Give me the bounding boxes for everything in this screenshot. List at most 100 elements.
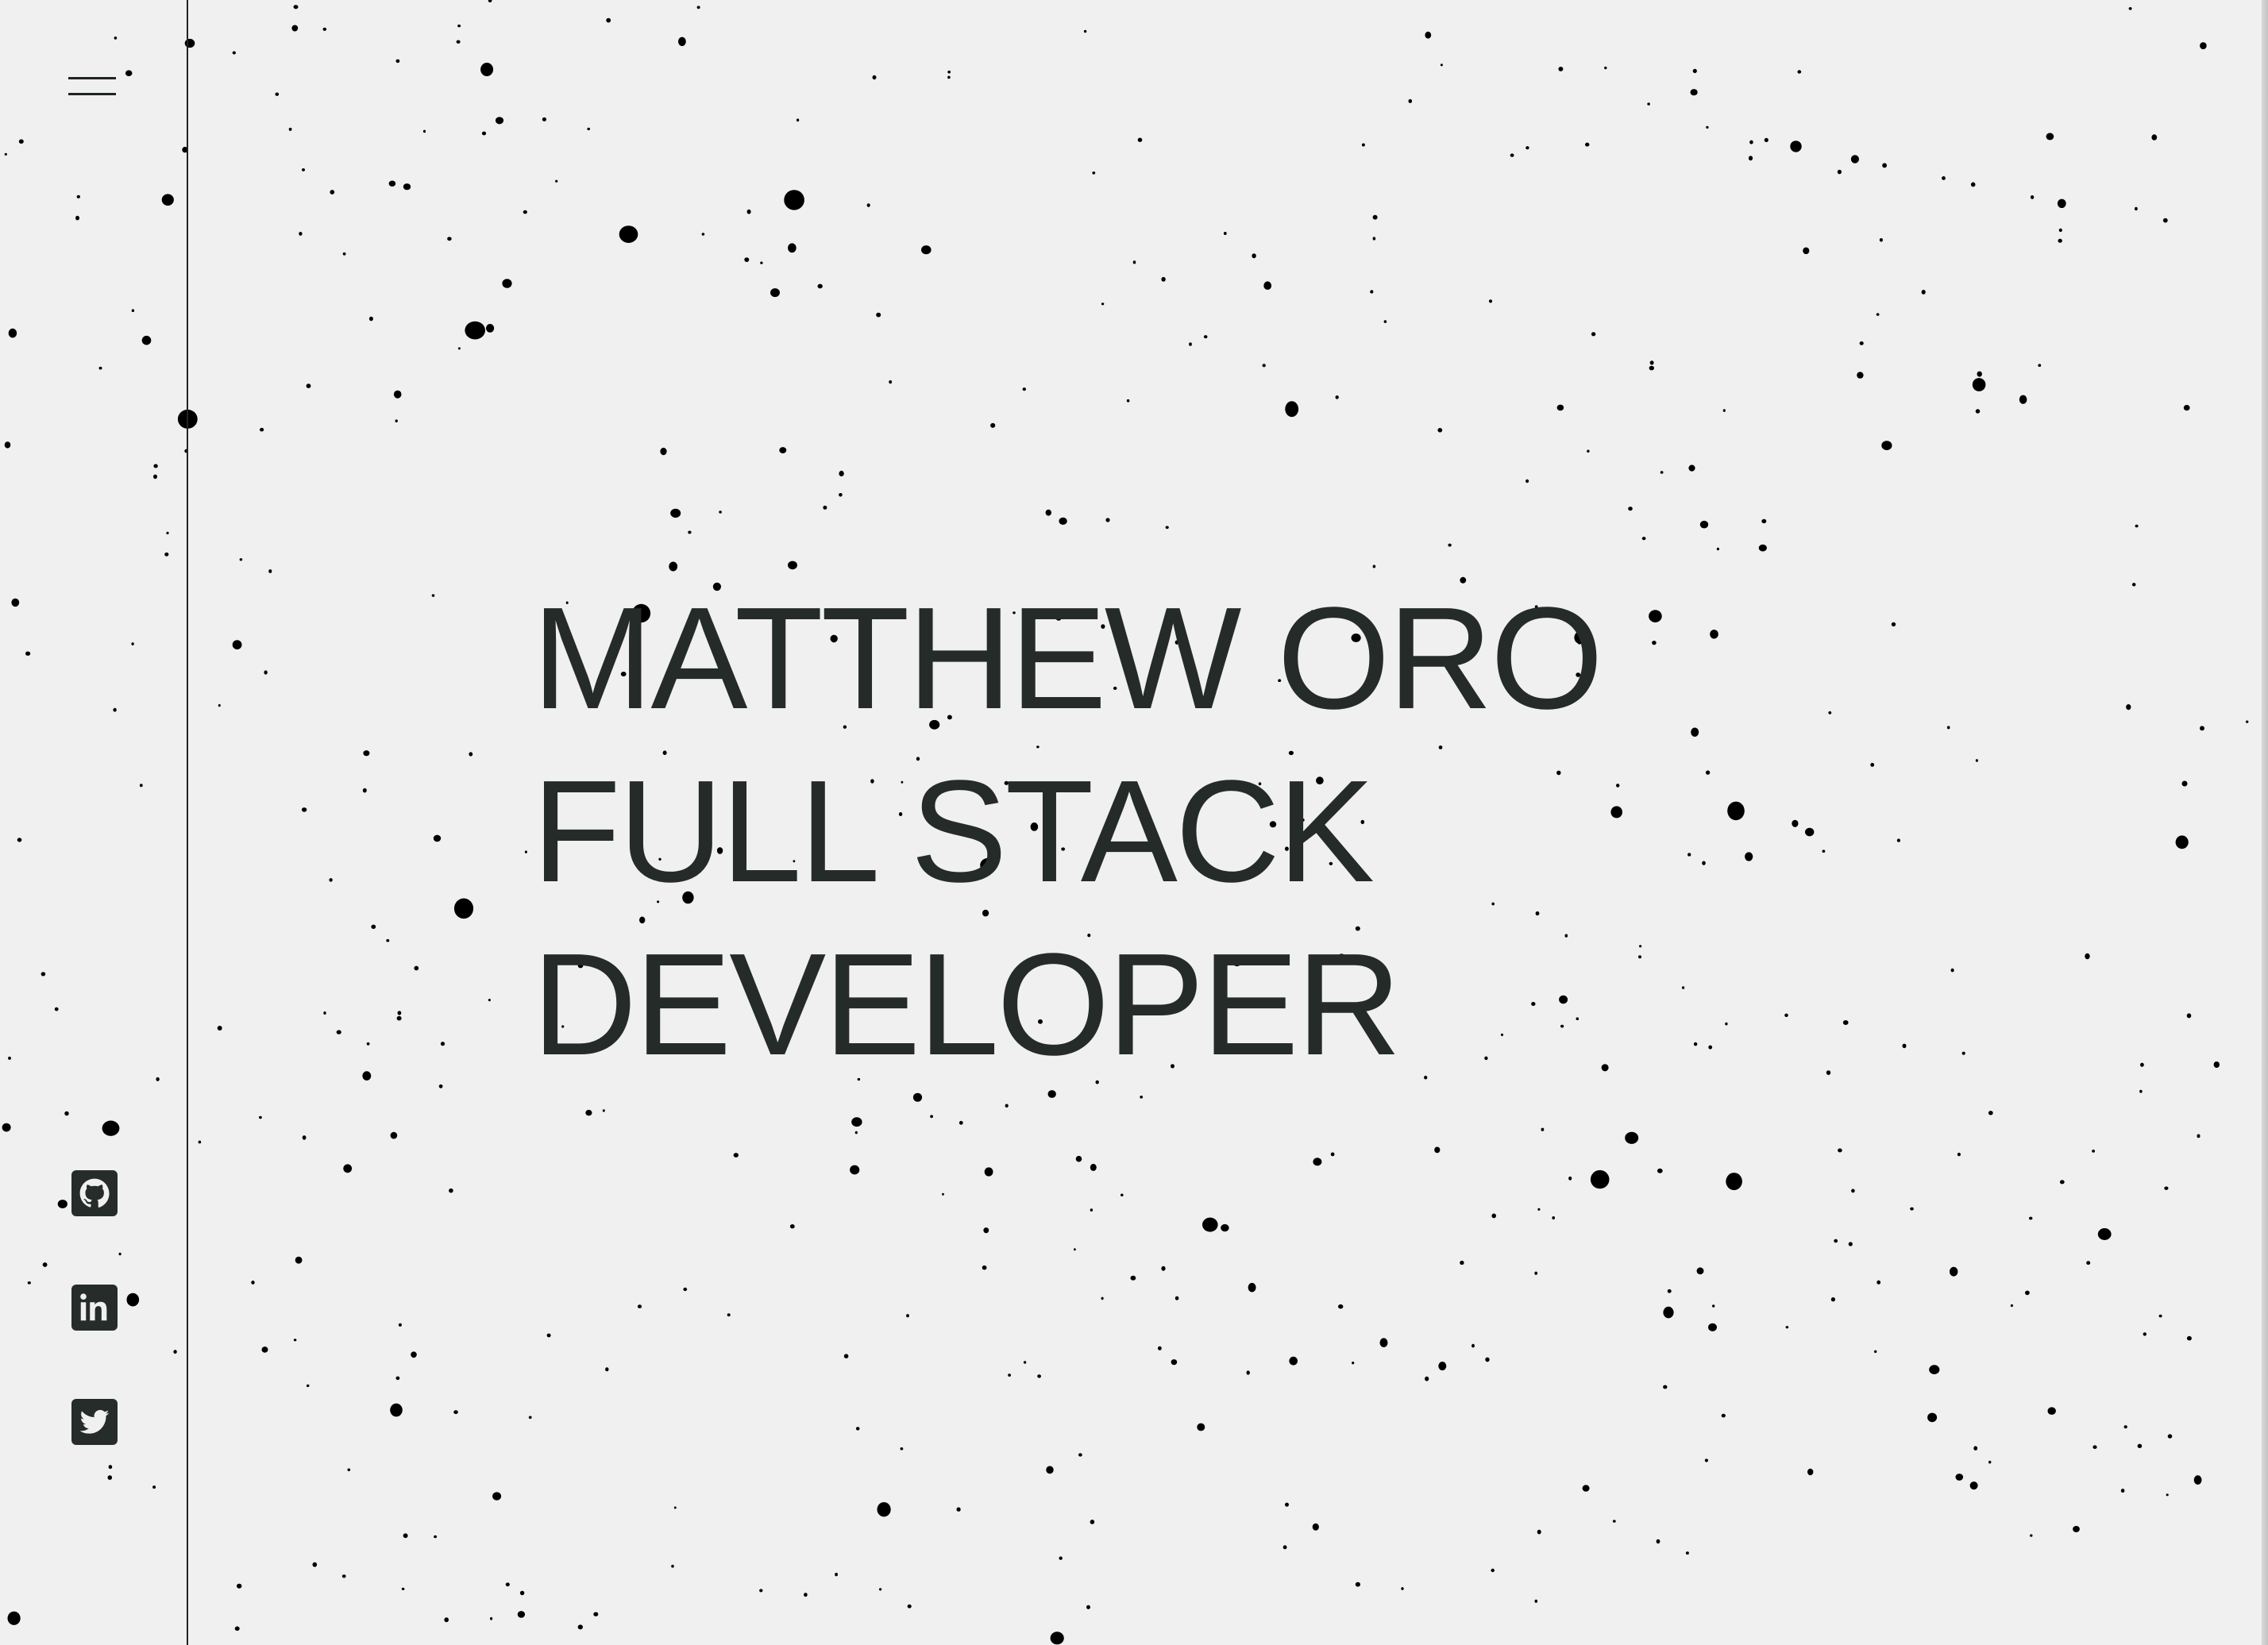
star-dot: [1379, 1338, 1388, 1347]
star-dot: [312, 1562, 318, 1567]
star-dot: [2200, 726, 2204, 731]
star-dot: [1838, 1148, 1842, 1153]
star-dot: [1005, 1104, 1009, 1108]
star-dot: [872, 75, 877, 80]
star-dot: [1807, 1468, 1814, 1476]
star-dot: [1370, 290, 1374, 294]
star-dot: [1485, 1357, 1490, 1362]
star-dot: [444, 1617, 449, 1623]
linkedin-link[interactable]: [71, 1285, 118, 1331]
star-dot: [683, 1287, 688, 1292]
star-dot: [1460, 1260, 1464, 1266]
star-dot: [401, 1587, 405, 1590]
menu-button[interactable]: [64, 70, 121, 102]
star-dot: [434, 1535, 438, 1539]
star-dot: [804, 1593, 808, 1597]
star-dot: [1590, 1169, 1610, 1189]
star-dot: [302, 1135, 307, 1140]
star-dot: [1784, 1013, 1788, 1018]
star-dot: [2128, 7, 2132, 10]
star-dot: [347, 1468, 351, 1472]
star-dot: [1649, 360, 1654, 365]
star-dot: [1086, 1605, 1090, 1609]
star-dot: [850, 1165, 860, 1175]
star-dot: [784, 190, 804, 210]
star-dot: [1616, 784, 1620, 788]
star-dot: [1628, 507, 1633, 511]
star-dot: [1977, 371, 1982, 377]
star-dot: [1074, 1248, 1076, 1251]
star-dot: [1534, 1599, 1538, 1603]
star-dot: [789, 1224, 795, 1229]
star-dot: [329, 878, 333, 882]
star-dot: [1910, 1207, 1914, 1211]
star-dot: [733, 1153, 739, 1158]
star-dot: [232, 640, 242, 649]
star-dot: [1725, 1022, 1728, 1026]
star-dot: [1090, 1520, 1095, 1524]
star-dot: [433, 834, 442, 842]
star-dot: [1246, 1370, 1250, 1375]
star-dot: [602, 1109, 605, 1112]
star-dot: [299, 232, 303, 236]
star-dot: [1165, 526, 1169, 530]
star-dot: [480, 63, 494, 76]
github-link[interactable]: [71, 1170, 118, 1216]
star-dot: [1803, 247, 1810, 255]
star-dot: [1105, 518, 1110, 522]
star-dot: [906, 1314, 909, 1318]
twitter-link[interactable]: [71, 1399, 118, 1445]
star-dot: [2058, 238, 2062, 243]
star-dot: [234, 1626, 240, 1632]
star-dot: [982, 1265, 987, 1270]
star-dot: [1612, 1520, 1616, 1523]
star-dot: [855, 1427, 860, 1431]
star-dot: [2057, 198, 2066, 208]
star-dot: [2151, 134, 2158, 141]
star-dot: [1262, 364, 1266, 368]
star-dot: [1263, 281, 1272, 291]
star-dot: [1556, 404, 1564, 411]
star-dot: [1090, 1208, 1094, 1212]
star-dot: [1059, 517, 1067, 526]
star-dot: [390, 1403, 403, 1417]
hamburger-icon-line: [68, 93, 116, 95]
star-dot: [457, 347, 461, 350]
star-dot: [1704, 1458, 1708, 1462]
star-dot: [2166, 1493, 2169, 1497]
star-dot: [947, 75, 951, 79]
star-dot: [1338, 1304, 1344, 1309]
star-dot: [1822, 849, 1826, 853]
star-dot: [1721, 1413, 1726, 1418]
star-dot: [395, 59, 400, 64]
star-dot: [1691, 727, 1699, 737]
star-dot: [259, 1115, 262, 1119]
star-dot: [854, 1131, 858, 1135]
star-dot: [517, 1611, 526, 1618]
star-dot: [306, 1384, 310, 1388]
star-dot: [1881, 441, 1892, 450]
hero-title-line-2: DEVELOPER: [532, 923, 1402, 1085]
star-dot: [1604, 66, 1607, 70]
star-dot: [823, 505, 827, 510]
star-dot: [2047, 1407, 2056, 1415]
star-dot: [1171, 1359, 1178, 1366]
star-dot: [1882, 163, 1888, 168]
star-dot: [291, 25, 299, 32]
star-dot: [1727, 801, 1745, 821]
star-dot: [851, 1117, 862, 1127]
star-dot: [1537, 1529, 1541, 1535]
star-dot: [788, 561, 797, 570]
twitter-icon: [79, 1410, 110, 1434]
star-dot: [2162, 218, 2168, 223]
star-dot: [368, 316, 373, 322]
star-dot: [1874, 1350, 1877, 1354]
star-dot: [330, 190, 335, 195]
star-dot: [523, 210, 527, 214]
star-dot: [2164, 1186, 2169, 1190]
star-dot: [1248, 1282, 1256, 1292]
star-dot: [688, 530, 692, 534]
star-dot: [486, 324, 495, 333]
star-dot: [1488, 299, 1493, 303]
star-dot: [1161, 276, 1166, 282]
